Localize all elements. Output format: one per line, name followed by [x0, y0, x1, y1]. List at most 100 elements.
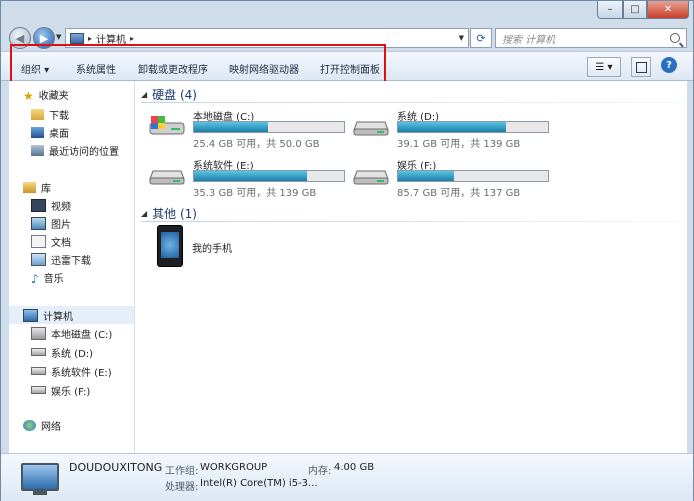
forward-arrow-icon: ▶ [39, 31, 49, 45]
hard-drive-icon [31, 367, 46, 375]
navigation-pane: ★ 收藏夹 下载 桌面 最近访问的位置 库 视频 图片 文档 迅雷下载 ♪ 音乐… [9, 81, 135, 453]
search-icon[interactable] [670, 33, 680, 43]
sidebar-item-label: 视频 [51, 201, 71, 213]
hard-drive-icon [353, 170, 389, 185]
group-title: 其他 (1) [152, 207, 197, 221]
system-drive-icon [149, 116, 185, 135]
computer-icon [23, 308, 38, 322]
other-group-header[interactable]: ◢ 其他 (1) [141, 205, 681, 222]
computer-name: DOUDOUXITONG [69, 461, 163, 474]
sidebar-item-label: 下载 [49, 110, 69, 122]
workgroup-label: 工作组: [165, 466, 199, 477]
minimize-button[interactable]: – [597, 1, 623, 19]
sidebar-item-label: 最近访问的位置 [49, 146, 119, 158]
pictures-library-icon [31, 216, 46, 230]
sidebar-item-label: 系统软件 (E:) [51, 367, 112, 379]
collapse-triangle-icon[interactable]: ◢ [141, 90, 147, 99]
group-title: 硬盘 (4) [152, 88, 197, 102]
drive-free-space: 25.4 GB 可用，共 50.0 GB [193, 139, 320, 150]
drive-usage-fill [398, 122, 506, 132]
drive-d[interactable]: 系统 (D:) 39.1 GB 可用，共 139 GB [353, 108, 553, 152]
hard-drive-icon [353, 121, 389, 136]
group-divider [141, 102, 681, 103]
sidebar-item-label: 本地磁盘 (C:) [51, 329, 113, 341]
search-input[interactable]: 搜索 计算机 [496, 31, 555, 46]
address-dropdown-icon[interactable]: ▼ [459, 34, 464, 42]
collapse-triangle-icon[interactable]: ◢ [141, 209, 147, 218]
hard-drive-icon [149, 170, 185, 185]
explorer-window: – □ ✕ ◀ ▶ ▼ ▸ 计算机 ▸ ▼ ⟳ 搜索 计算机 组织 ▾ 系统属性… [0, 0, 694, 501]
details-pane: DOUDOUXITONG 工作组: WORKGROUP 内存: 4.00 GB … [1, 453, 693, 501]
back-arrow-icon: ◀ [15, 31, 25, 45]
hard-drive-icon [31, 386, 46, 394]
documents-library-icon [31, 234, 46, 248]
drive-e[interactable]: 系统软件 (E:) 35.3 GB 可用，共 139 GB [149, 157, 349, 201]
computer-monitor-icon [21, 463, 59, 495]
refresh-button[interactable]: ⟳ [470, 28, 492, 48]
network-globe-icon [23, 419, 36, 431]
desktop-icon [31, 126, 44, 138]
sidebar-item-label: 迅雷下载 [51, 255, 91, 267]
maximize-button[interactable]: □ [623, 1, 647, 19]
system-drive-icon [31, 326, 46, 340]
help-button[interactable]: ? [661, 57, 677, 73]
sidebar-computer[interactable]: 计算机 [9, 306, 134, 324]
change-view-button[interactable]: ☰ ▾ [587, 57, 621, 77]
drive-free-space: 39.1 GB 可用，共 139 GB [397, 139, 521, 150]
hard-drive-icon [31, 348, 46, 356]
drive-usage-bar [193, 170, 345, 182]
preview-pane-icon [635, 61, 647, 73]
drive-f[interactable]: 娱乐 (F:) 85.7 GB 可用，共 137 GB [353, 157, 553, 201]
hard-drives-group-header[interactable]: ◢ 硬盘 (4) [141, 86, 681, 103]
recent-places-icon [31, 144, 44, 156]
sidebar-item-label: 图片 [51, 219, 71, 231]
sidebar-libraries-label: 库 [41, 183, 51, 195]
memory-value: 4.00 GB [334, 462, 375, 473]
preview-pane-button[interactable] [631, 57, 651, 77]
downloads-folder-icon [31, 108, 44, 120]
group-divider [141, 221, 681, 222]
recent-pages-dropdown-icon[interactable]: ▼ [56, 33, 61, 41]
drive-usage-fill [194, 171, 307, 181]
drive-usage-fill [398, 171, 454, 181]
phone-screen [161, 232, 179, 258]
sidebar-libraries[interactable]: 库 [23, 178, 148, 196]
sidebar-network[interactable]: 网络 [23, 416, 148, 434]
sidebar-computer-label: 计算机 [43, 311, 73, 323]
processor-value: Intel(R) Core(TM) i5-3... [200, 478, 318, 489]
drive-free-space: 35.3 GB 可用，共 139 GB [193, 188, 317, 199]
drive-usage-bar [193, 121, 345, 133]
sidebar-item-label: 娱乐 (F:) [51, 386, 91, 398]
sidebar-network-label: 网络 [41, 421, 61, 433]
workgroup-value: WORKGROUP [200, 462, 268, 473]
music-note-icon: ♪ [31, 271, 39, 286]
sidebar-item-label: 系统 (D:) [51, 348, 94, 360]
sidebar-item-label: 桌面 [49, 128, 69, 140]
computer-icon [70, 32, 84, 44]
phone-device-icon[interactable] [157, 225, 183, 267]
drive-usage-bar [397, 170, 549, 182]
phone-device-label[interactable]: 我的手机 [192, 240, 232, 255]
drive-usage-fill [194, 122, 268, 132]
content-pane: ◢ 硬盘 (4) 本地磁盘 (C:) 25.4 GB 可用，共 50.0 GB … [135, 81, 687, 453]
memory-label: 内存: [308, 466, 332, 477]
drive-usage-bar [397, 121, 549, 133]
refresh-icon: ⟳ [476, 31, 486, 45]
view-icon: ☰ ▾ [595, 61, 613, 73]
breadcrumb-separator-icon[interactable]: ▸ [88, 34, 92, 43]
sidebar-item-label: 音乐 [43, 273, 64, 285]
drive-free-space: 85.7 GB 可用，共 137 GB [397, 188, 521, 199]
search-box[interactable]: 搜索 计算机 [495, 28, 687, 48]
sidebar-favorites-label: 收藏夹 [38, 90, 69, 102]
drive-c[interactable]: 本地磁盘 (C:) 25.4 GB 可用，共 50.0 GB [149, 108, 349, 152]
thunder-download-icon [31, 252, 46, 266]
highlight-box [10, 44, 386, 84]
caption-buttons: – □ ✕ [597, 1, 689, 19]
sidebar-favorites[interactable]: ★ 收藏夹 [23, 85, 148, 103]
breadcrumb-chevron-icon[interactable]: ▸ [130, 34, 134, 43]
processor-label: 处理器: [165, 482, 199, 493]
libraries-icon [23, 181, 36, 193]
video-library-icon [31, 198, 46, 212]
star-icon: ★ [23, 88, 34, 103]
close-button[interactable]: ✕ [647, 1, 689, 19]
